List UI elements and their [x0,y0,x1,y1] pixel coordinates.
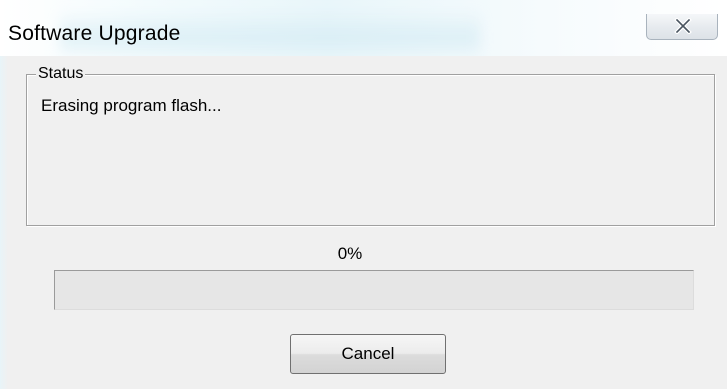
window-left-border [0,56,8,389]
close-icon [674,18,692,34]
dialog-content: Status Erasing program flash... 0% Cance… [8,56,727,389]
status-message: Erasing program flash... [41,96,222,115]
software-upgrade-window: Software Upgrade Status Erasing program … [0,0,727,389]
close-button[interactable] [646,14,718,40]
cancel-button[interactable]: Cancel [290,334,446,374]
title-bar[interactable]: Software Upgrade [0,0,727,56]
window-title: Software Upgrade [8,22,181,45]
progress-percent-label: 0% [337,244,363,263]
status-group-label: Status [36,64,86,84]
progress-bar [54,270,694,310]
